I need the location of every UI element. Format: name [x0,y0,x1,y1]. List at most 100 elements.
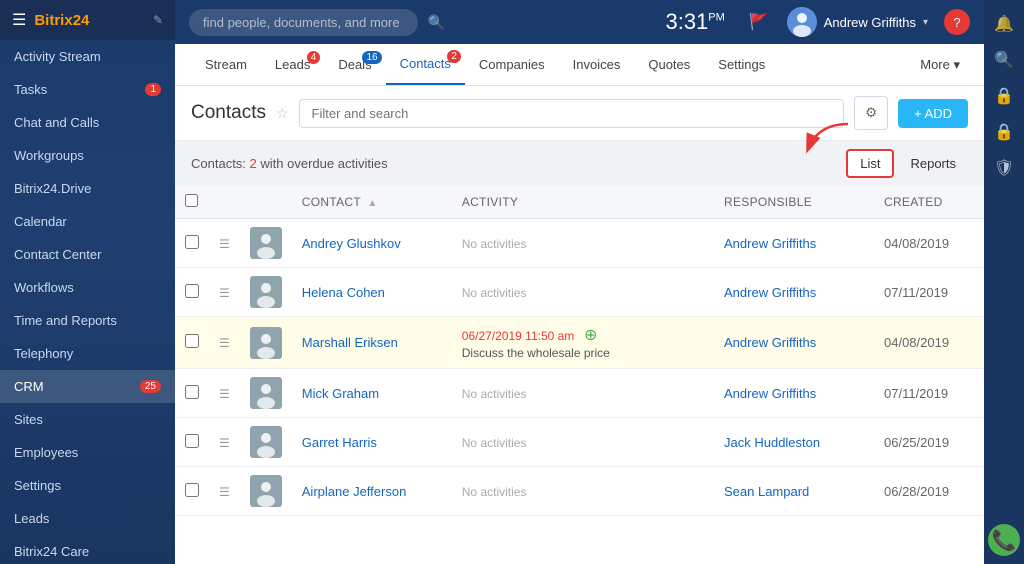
contact-name-link[interactable]: Marshall Eriksen [302,335,398,350]
sidebar-item-sites[interactable]: Sites [0,403,175,436]
col-header-activity: ACTIVITY [452,186,714,219]
contact-name-link[interactable]: Helena Cohen [302,285,385,300]
sidebar-item-tasks[interactable]: Tasks 1 [0,73,175,106]
sidebar-item-leads[interactable]: Leads [0,502,175,535]
tab-contacts[interactable]: Contacts 2 [386,44,465,85]
row-checkbox[interactable] [185,334,199,348]
responsible-link[interactable]: Jack Huddleston [724,435,820,450]
favorite-star-icon[interactable]: ☆ [276,105,289,122]
responsible-cell: Sean Lampard [714,467,874,516]
select-all-checkbox[interactable] [185,194,198,207]
notifications-icon[interactable]: 🔔 [988,8,1020,40]
sidebar-item-settings[interactable]: Settings [0,469,175,502]
hamburger-icon[interactable]: ☰ [12,10,26,30]
row-checkbox[interactable] [185,483,199,497]
sidebar-item-time-reports[interactable]: Time and Reports [0,304,175,337]
responsible-link[interactable]: Sean Lampard [724,484,809,499]
settings-button[interactable]: ⚙ [854,96,888,130]
responsible-link[interactable]: Andrew Griffiths [724,335,816,350]
contact-avatar [250,377,282,409]
sidebar-item-label: Workflows [14,280,74,295]
sidebar: ☰ Bitrix24 ✎ Activity Stream Tasks 1 Cha… [0,0,175,564]
row-checkbox[interactable] [185,235,199,249]
call-icon[interactable]: 📞 [988,524,1020,556]
sidebar-header: ☰ Bitrix24 ✎ [0,0,175,40]
sidebar-item-label: Time and Reports [14,313,117,328]
sidebar-item-workgroups[interactable]: Workgroups [0,139,175,172]
tab-companies[interactable]: Companies [465,45,559,84]
sidebar-item-employees[interactable]: Employees [0,436,175,469]
row-menu-icon[interactable]: ☰ [219,387,230,401]
responsible-cell: Jack Huddleston [714,418,874,467]
tab-quotes[interactable]: Quotes [634,45,704,84]
sidebar-item-activity-stream[interactable]: Activity Stream [0,40,175,73]
row-checkbox-cell [175,268,209,317]
user-menu[interactable]: Andrew Griffiths ▾ [787,7,928,37]
search-input[interactable] [189,9,418,36]
sidebar-item-label: Chat and Calls [14,115,99,130]
col-header-check [175,186,209,219]
contact-name-link[interactable]: Andrey Glushkov [302,236,401,251]
row-menu-icon[interactable]: ☰ [219,336,230,350]
sidebar-item-crm[interactable]: CRM 25 [0,370,175,403]
sidebar-item-calendar[interactable]: Calendar [0,205,175,238]
shield-icon[interactable]: 🛡 [988,152,1020,184]
sidebar-item-label: Sites [14,412,43,427]
search-icon[interactable]: 🔍 [428,14,445,31]
view-toggle: List Reports [846,149,968,178]
no-activity-text: No activities [462,436,527,450]
contact-name-link[interactable]: Garret Harris [302,435,377,450]
activity-cell: No activities [452,369,714,418]
sidebar-item-workflows[interactable]: Workflows [0,271,175,304]
row-checkbox[interactable] [185,284,199,298]
responsible-link[interactable]: Andrew Griffiths [724,285,816,300]
help-button[interactable]: ? [944,9,970,35]
col-header-contact[interactable]: CONTACT ▲ [292,186,452,219]
red-arrow [738,119,858,159]
contact-name-link[interactable]: Mick Graham [302,386,379,401]
created-cell: 04/08/2019 [874,219,984,268]
created-date: 04/08/2019 [884,335,949,350]
contact-name-link[interactable]: Airplane Jefferson [302,484,407,499]
row-menu-icon[interactable]: ☰ [219,436,230,450]
sidebar-item-bitrix-drive[interactable]: Bitrix24.Drive [0,172,175,205]
row-checkbox[interactable] [185,385,199,399]
sidebar-item-label: Settings [14,478,61,493]
sidebar-item-telephony[interactable]: Telephony [0,337,175,370]
row-menu-icon[interactable]: ☰ [219,485,230,499]
lock-blue-icon[interactable]: 🔒 [988,116,1020,148]
sidebar-item-label: Bitrix24 Care [14,544,89,559]
crm-content: Stream Leads 4 Deals 16 Contacts 2 Compa… [175,44,984,564]
contact-avatar-cell [240,369,292,418]
sidebar-item-chat-calls[interactable]: Chat and Calls [0,106,175,139]
tab-invoices[interactable]: Invoices [559,45,635,84]
reports-button[interactable]: Reports [898,151,968,176]
row-checkbox[interactable] [185,434,199,448]
add-activity-icon[interactable]: ⊕ [584,327,597,344]
topbar: 🔍 3:31PM 🚩 Andrew Griffiths ▾ ? [175,0,984,44]
table-row: ☰ Airplane Jefferson No activities Sean … [175,467,984,516]
tab-stream[interactable]: Stream [191,45,261,84]
sidebar-item-contact-center[interactable]: Contact Center [0,238,175,271]
row-menu-icon[interactable]: ☰ [219,286,230,300]
responsible-link[interactable]: Andrew Griffiths [724,386,816,401]
edit-icon[interactable]: ✎ [153,13,163,27]
sidebar-item-label: CRM [14,379,44,394]
flag-icon[interactable]: 🚩 [749,12,769,32]
responsible-link[interactable]: Andrew Griffiths [724,236,816,251]
no-activity-text: No activities [462,286,527,300]
contact-name-cell: Garret Harris [292,418,452,467]
tab-more[interactable]: More ▾ [912,45,968,85]
add-contact-button[interactable]: + ADD [898,99,968,128]
row-menu-icon[interactable]: ☰ [219,237,230,251]
created-cell: 06/25/2019 [874,418,984,467]
lock-green-icon[interactable]: 🔒 [988,80,1020,112]
sidebar-item-bitrix24care[interactable]: Bitrix24 Care [0,535,175,564]
activity-cell: No activities [452,268,714,317]
tab-leads[interactable]: Leads 4 [261,45,324,84]
tab-settings[interactable]: Settings [704,45,779,84]
row-actions-cell: ☰ [209,369,240,418]
tab-deals[interactable]: Deals 16 [324,45,385,84]
search-right-icon[interactable]: 🔍 [988,44,1020,76]
main-area: 🔍 3:31PM 🚩 Andrew Griffiths ▾ ? Stream L… [175,0,984,564]
